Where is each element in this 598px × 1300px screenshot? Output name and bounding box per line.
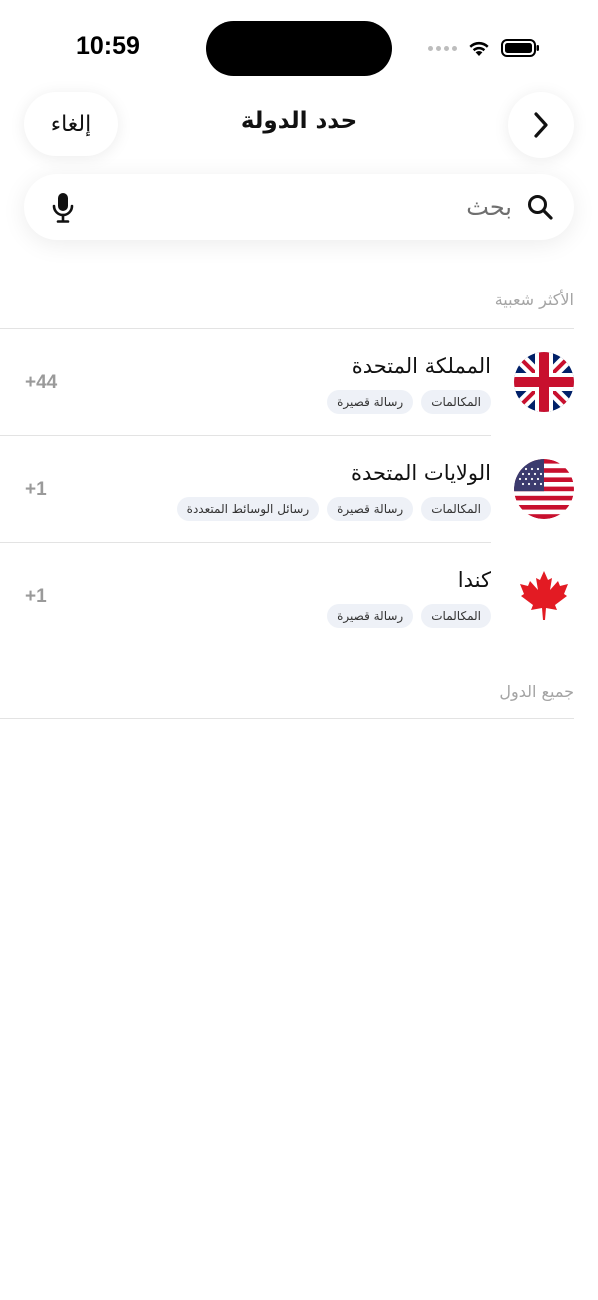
country-name: كندا [457, 568, 491, 592]
tag-calls: المكالمات [421, 390, 491, 414]
cancel-button[interactable]: إلغاء [24, 92, 118, 156]
section-divider [0, 718, 574, 719]
microphone-icon[interactable] [52, 192, 74, 224]
tag-calls: المكالمات [421, 604, 491, 628]
wifi-icon [469, 41, 489, 56]
service-tags: المكالمات رسالة قصيرة رسائل الوسائط المت… [176, 497, 491, 521]
search-input[interactable] [132, 186, 512, 228]
tag-sms: رسالة قصيرة [327, 604, 414, 628]
search-icon [528, 195, 553, 220]
row-divider [0, 542, 491, 543]
us-flag-icon [514, 459, 574, 519]
tag-sms: رسالة قصيرة [327, 390, 414, 414]
status-time: 10:59 [76, 32, 140, 60]
country-name: الولايات المتحدة [350, 461, 491, 485]
cellular-signal-icon [428, 45, 457, 51]
dial-code: +1 [25, 586, 47, 607]
country-row-uk[interactable]: المملكة المتحدة المكالمات رسالة قصيرة +4… [0, 330, 598, 436]
uk-flag-icon [514, 352, 574, 412]
country-row-canada[interactable]: كندا المكالمات رسالة قصيرة +1 [0, 544, 598, 650]
back-button[interactable] [508, 92, 574, 158]
dynamic-island [206, 21, 392, 76]
country-picker-screen: 10:59 إلغاء حدد الدولة بحث الأكثر شعبية … [0, 0, 598, 1300]
status-icons [428, 37, 541, 59]
service-tags: المكالمات رسالة قصيرة [327, 390, 491, 414]
chevron-right-icon [534, 112, 548, 138]
row-divider [0, 435, 491, 436]
tag-mms: رسائل الوسائط المتعددة [176, 497, 320, 521]
tag-sms: رسالة قصيرة [327, 497, 414, 521]
country-row-us[interactable]: الولايات المتحدة المكالمات رسالة قصيرة ر… [0, 437, 598, 543]
country-name: المملكة المتحدة [351, 354, 491, 378]
tag-calls: المكالمات [421, 497, 491, 521]
search-bar [24, 174, 574, 240]
battery-icon [501, 39, 539, 57]
dial-code: +1 [25, 479, 47, 500]
section-title-all-countries: جميع الدول [499, 682, 574, 701]
canada-flag-icon [514, 566, 574, 626]
service-tags: المكالمات رسالة قصيرة [327, 604, 491, 628]
section-divider [0, 328, 574, 329]
section-title-popular: الأكثر شعبية [494, 290, 574, 309]
dial-code: +44 [25, 372, 58, 393]
page-title: حدد الدولة [240, 108, 358, 134]
